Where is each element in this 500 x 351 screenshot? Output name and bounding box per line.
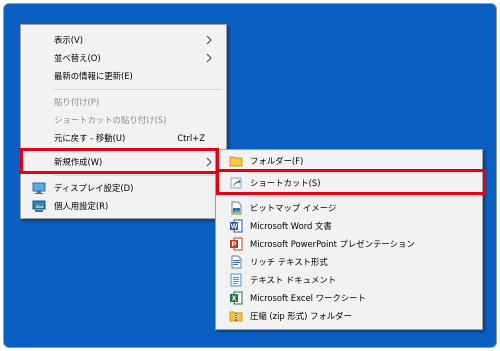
zip-folder-icon <box>229 309 243 323</box>
submenu-item-excel[interactable]: X Microsoft Excel ワークシート <box>217 289 481 307</box>
word-icon: W <box>229 219 243 233</box>
menu-item-label: 貼り付け(P) <box>54 97 100 107</box>
menu-item-label: Microsoft Word 文書 <box>250 221 332 231</box>
menu-item-label: Microsoft Excel ワークシート <box>250 293 366 303</box>
menu-item-label: 最新の情報に更新(E) <box>54 71 133 81</box>
powerpoint-icon: P <box>229 237 243 251</box>
menu-separator <box>248 196 478 197</box>
folder-icon <box>229 154 243 168</box>
bitmap-icon <box>229 201 243 215</box>
menu-item-paste[interactable]: 貼り付け(P) <box>22 93 225 111</box>
personalize-icon <box>32 199 46 213</box>
excel-icon: X <box>229 291 243 305</box>
menu-item-label: Microsoft PowerPoint プレゼンテーション <box>250 239 415 249</box>
menu-item-paste-shortcut[interactable]: ショートカットの貼り付け(S) <box>22 111 225 129</box>
submenu-item-word[interactable]: W Microsoft Word 文書 <box>217 217 481 235</box>
menu-item-personalize[interactable]: 個人用設定(R) <box>22 197 225 215</box>
menu-item-label: ディスプレイ設定(D) <box>54 183 134 193</box>
text-document-icon <box>229 273 243 287</box>
desktop-context-menu: 表示(V) 並べ替え(O) 最新の情報に更新(E) 貼り付け(P) ショートカッ… <box>20 24 227 219</box>
menu-item-display-settings[interactable]: ディスプレイ設定(D) <box>22 179 225 197</box>
menu-item-label: 並べ替え(O) <box>54 53 101 63</box>
svg-text:P: P <box>232 242 237 249</box>
submenu-item-folder[interactable]: フォルダー(F) <box>217 152 481 170</box>
submenu-item-rich-text[interactable]: リッチ テキスト形式 <box>217 253 481 271</box>
submenu-item-text-document[interactable]: テキスト ドキュメント <box>217 271 481 289</box>
menu-item-label: 圧縮 (zip 形式) フォルダー <box>250 311 352 321</box>
submenu-item-bitmap[interactable]: ビットマップ イメージ <box>217 199 481 217</box>
submenu-item-zip-folder[interactable]: 圧縮 (zip 形式) フォルダー <box>217 307 481 325</box>
menu-separator <box>53 89 222 90</box>
highlight-shortcut-item <box>216 169 486 195</box>
menu-item-label: ビットマップ イメージ <box>250 203 337 213</box>
display-icon <box>32 181 46 195</box>
menu-item-refresh[interactable]: 最新の情報に更新(E) <box>22 67 225 85</box>
menu-item-label: 個人用設定(R) <box>54 201 109 211</box>
rtf-icon <box>229 255 243 269</box>
svg-text:W: W <box>231 224 238 231</box>
chevron-right-icon <box>206 35 212 45</box>
menu-item-view[interactable]: 表示(V) <box>22 31 225 49</box>
menu-item-sort[interactable]: 並べ替え(O) <box>22 49 225 67</box>
chevron-right-icon <box>206 53 212 63</box>
menu-item-label: 元に戻す - 移動(U) <box>54 133 126 143</box>
menu-item-undo-move[interactable]: 元に戻す - 移動(U) Ctrl+Z <box>22 129 225 147</box>
highlight-new-item <box>20 148 219 174</box>
menu-item-label: フォルダー(F) <box>250 156 304 166</box>
menu-item-label: 表示(V) <box>54 35 84 45</box>
menu-item-label: ショートカットの貼り付け(S) <box>54 115 167 125</box>
menu-item-label: テキスト ドキュメント <box>250 275 337 285</box>
menu-item-label: リッチ テキスト形式 <box>250 257 328 267</box>
menu-item-shortcut: Ctrl+Z <box>177 133 205 143</box>
svg-text:X: X <box>232 296 237 303</box>
menu-separator <box>53 175 222 176</box>
submenu-item-powerpoint[interactable]: P Microsoft PowerPoint プレゼンテーション <box>217 235 481 253</box>
